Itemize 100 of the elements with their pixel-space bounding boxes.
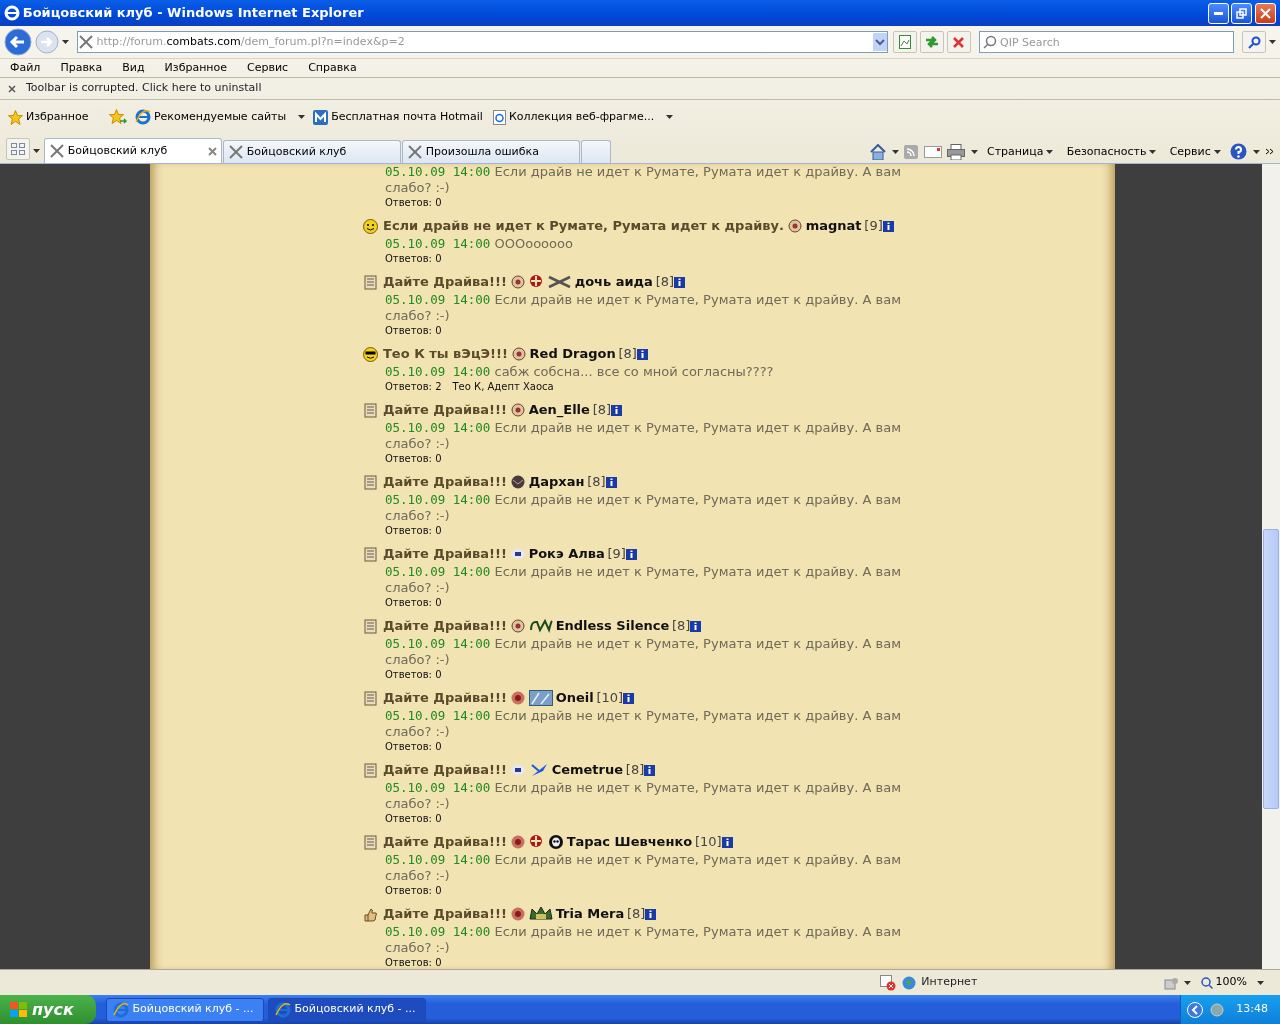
author-name[interactable]: Cemetrue xyxy=(551,760,624,780)
emblem-icon xyxy=(509,906,526,922)
caret-icon[interactable] xyxy=(970,149,978,154)
dropdown-icon[interactable] xyxy=(872,33,887,51)
restore-icon xyxy=(1236,7,1248,19)
close-icon[interactable] xyxy=(8,84,16,93)
info-icon[interactable] xyxy=(623,692,635,704)
post-title[interactable]: Дайте Драйва!!! xyxy=(383,544,507,564)
caret-icon[interactable] xyxy=(1184,980,1192,985)
browser-tab[interactable]: Бойцовский клуб xyxy=(43,138,222,163)
info-icon[interactable] xyxy=(611,404,623,416)
caret-icon[interactable] xyxy=(1252,149,1260,154)
menu-item[interactable]: Избранное xyxy=(164,59,228,77)
author-name[interactable]: дочь аида xyxy=(574,272,653,292)
stop-icon xyxy=(953,36,965,48)
favorites-link[interactable]: Рекомендуемые сайты xyxy=(132,108,289,126)
author-level: [10] xyxy=(694,833,722,852)
reply-count: Ответов: 2 xyxy=(385,380,442,393)
author-name[interactable]: Дархан xyxy=(528,472,585,492)
browser-tab[interactable]: Произошла ошибка xyxy=(401,140,580,163)
post-title[interactable]: Тео К ты вЭцЭ!!! xyxy=(383,344,508,364)
menu-item[interactable]: Сервис xyxy=(247,59,289,77)
security-zone: Интернет xyxy=(921,974,978,991)
favorites-link[interactable]: Коллекция веб-фрагме... xyxy=(490,108,657,126)
author-name[interactable]: Рокэ Алва xyxy=(528,544,605,564)
add-favorite-icon[interactable] xyxy=(108,109,127,125)
home-icon[interactable] xyxy=(870,143,886,160)
history-caret-icon[interactable] xyxy=(61,40,69,44)
stop-button[interactable] xyxy=(946,31,971,53)
close-tab-icon[interactable] xyxy=(207,146,217,156)
caret-icon[interactable] xyxy=(298,115,306,119)
cross-icon xyxy=(528,274,545,290)
browser-tab[interactable]: Бойцовский клуб xyxy=(222,140,401,163)
chevron-icon[interactable] xyxy=(1265,148,1274,156)
restore-button[interactable] xyxy=(1231,2,1253,24)
author-level: [9] xyxy=(864,217,883,236)
printer-icon[interactable] xyxy=(947,143,965,160)
tray-expand-icon[interactable] xyxy=(1186,1001,1203,1018)
favorites-link[interactable]: Бесплатная почта Hotmail xyxy=(311,108,485,126)
back-button-icon[interactable] xyxy=(4,28,32,56)
tab-list-caret-icon[interactable] xyxy=(32,149,40,153)
menu-item[interactable]: Вид xyxy=(122,59,145,77)
caret-icon[interactable] xyxy=(666,115,674,119)
address-field[interactable]: http://forum.combats.com/dem_forum.pl?n=index&p=2 xyxy=(76,31,888,53)
web-page-icon xyxy=(492,109,506,125)
scrollbar[interactable] xyxy=(1262,164,1280,969)
menu-item[interactable]: Файл xyxy=(10,59,41,77)
info-icon[interactable] xyxy=(690,620,702,632)
mail-icon[interactable] xyxy=(923,145,942,158)
author-name[interactable]: Тарас Шевченко xyxy=(566,832,693,852)
menu-item[interactable]: Справка xyxy=(308,59,357,77)
command-menu[interactable]: Безопасность xyxy=(1062,143,1161,160)
post-title[interactable]: Дайте Драйва!!! xyxy=(383,904,507,924)
post-title[interactable]: Дайте Драйва!!! xyxy=(383,472,507,492)
author-name[interactable]: Endless Silence xyxy=(555,616,670,636)
taskbar-button[interactable]: Бойцовский клуб - ... xyxy=(267,997,426,1022)
author-name[interactable]: Aen_Elle xyxy=(528,400,590,420)
zoom-button[interactable]: 100% xyxy=(1196,974,1251,991)
caret-icon xyxy=(1149,149,1157,154)
author-name[interactable]: Tria Mera xyxy=(555,904,625,924)
minimize-button[interactable] xyxy=(1207,2,1229,24)
info-icon[interactable] xyxy=(882,220,894,232)
search-options-caret-icon[interactable] xyxy=(1269,40,1276,44)
info-icon[interactable] xyxy=(645,908,657,920)
info-icon[interactable] xyxy=(674,276,686,288)
taskbar-button[interactable]: Бойцовский клуб - ... xyxy=(105,997,264,1022)
command-menu[interactable]: Сервис xyxy=(1165,143,1225,160)
close-button[interactable] xyxy=(1255,2,1276,24)
url-text[interactable]: http://forum.combats.com/dem_forum.pl?n=index&p=2 xyxy=(96,33,870,51)
caret-icon[interactable] xyxy=(1256,980,1264,985)
command-menu[interactable]: Страница xyxy=(983,143,1058,160)
help-icon[interactable] xyxy=(1230,143,1247,161)
info-icon[interactable] xyxy=(644,764,656,776)
search-button[interactable] xyxy=(1242,31,1267,53)
info-icon[interactable] xyxy=(636,348,648,360)
emblem-icon xyxy=(509,402,526,418)
toolbar-notice[interactable]: Toolbar is corrupted. Click here to uninstall xyxy=(26,80,262,97)
author-name[interactable]: Oneil xyxy=(555,688,594,708)
window-title: Бойцовский клуб - Windows Internet Explorer xyxy=(22,4,365,23)
menu-item[interactable]: Правка xyxy=(60,59,103,77)
caret-icon[interactable] xyxy=(891,149,899,154)
info-icon[interactable] xyxy=(625,548,637,560)
post-title[interactable]: Если драйв не идет к Румате, Румата идет к драйву. xyxy=(383,216,784,236)
post-title[interactable]: Дайте Драйва!!! xyxy=(383,616,507,636)
post-title[interactable]: Дайте Драйва!!! xyxy=(383,688,507,708)
post-title[interactable]: Дайте Драйва!!! xyxy=(383,272,507,292)
skull-icon xyxy=(547,834,564,850)
refresh-button[interactable] xyxy=(920,31,944,53)
reply-count: Ответов: 0 xyxy=(385,668,442,681)
post-title[interactable]: Дайте Драйва!!! xyxy=(383,832,507,852)
info-icon[interactable] xyxy=(721,836,733,848)
search-field[interactable]: QIP Search xyxy=(979,31,1234,53)
post-title[interactable]: Дайте Драйва!!! xyxy=(383,400,507,420)
info-icon[interactable] xyxy=(605,476,617,488)
compatibility-button[interactable] xyxy=(893,31,918,53)
author-name[interactable]: Red Dragon xyxy=(529,344,616,364)
favorites-button[interactable]: Избранное xyxy=(6,108,91,126)
author-name[interactable]: magnat xyxy=(805,216,862,236)
post-title[interactable]: Дайте Драйва!!! xyxy=(383,760,507,780)
scroll-thumb[interactable] xyxy=(1263,529,1279,809)
